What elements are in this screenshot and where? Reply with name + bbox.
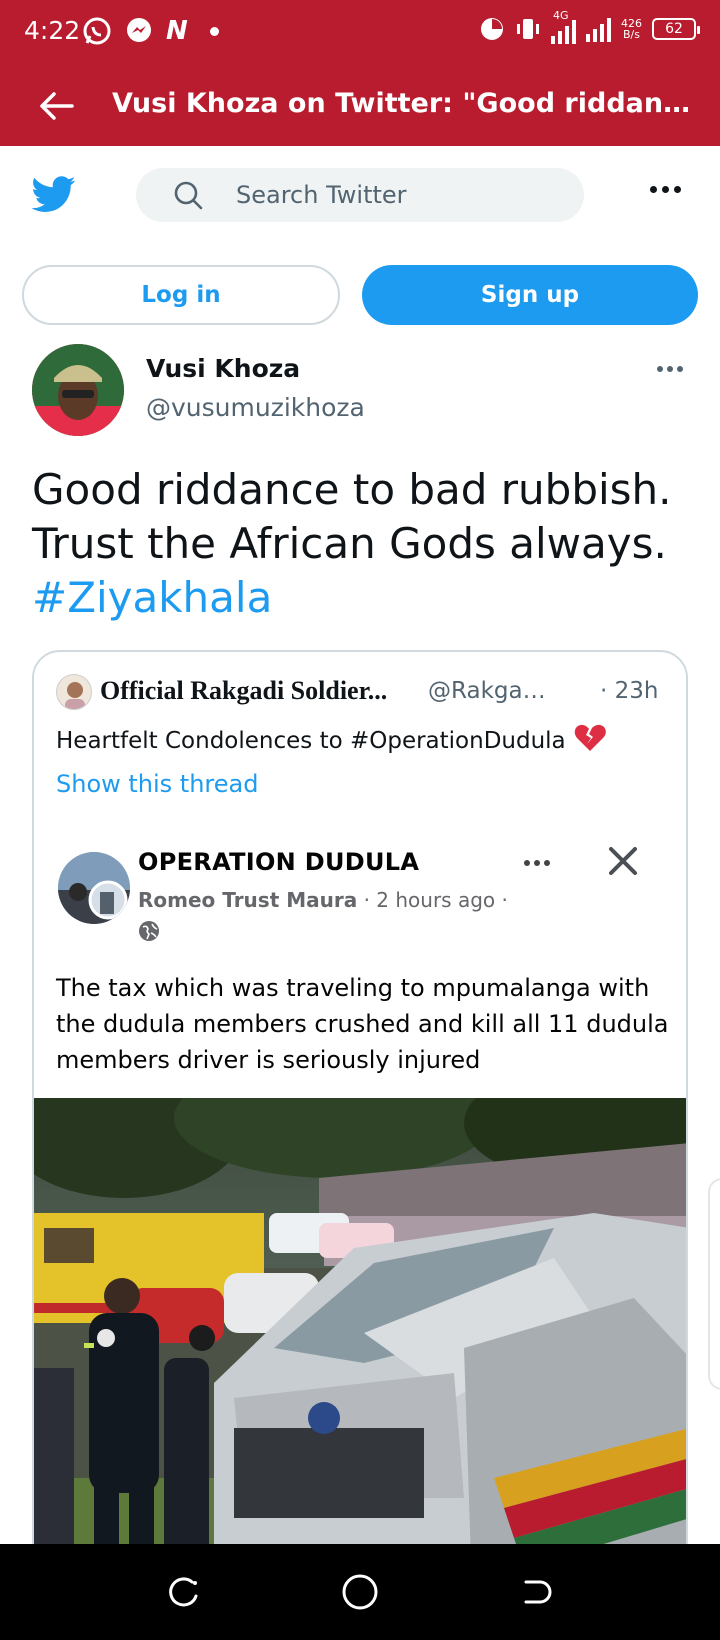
show-thread-link[interactable]: Show this thread	[56, 770, 258, 798]
home-circle-icon	[342, 1574, 378, 1610]
tweet-text-line-1: Good riddance to bad rubbish.	[32, 465, 672, 514]
status-time: 4:22	[24, 16, 81, 45]
more-options-button[interactable]	[650, 186, 681, 193]
broken-heart-icon	[574, 724, 606, 751]
fb-page-avatar	[58, 852, 130, 924]
author-name[interactable]: Vusi Khoza	[146, 354, 300, 383]
back-button[interactable]	[32, 82, 80, 130]
author-avatar[interactable]	[32, 344, 124, 436]
search-bar[interactable]	[136, 168, 584, 222]
signal-strength-icon	[586, 16, 611, 42]
fb-page-name: OPERATION DUDULA	[138, 848, 420, 876]
whatsapp-icon	[83, 17, 111, 45]
browser-chrome: 4:22 N 4G 426 B/s 62 Vusi Khoza on Twitt…	[0, 0, 720, 146]
n-app-icon: N	[166, 16, 188, 46]
battery-level: 62	[665, 21, 683, 37]
data-saver-icon	[481, 18, 503, 40]
quoted-tweet-text: Heartfelt Condolences to #OperationDudul…	[56, 724, 676, 754]
quoted-tweet-text-content: Heartfelt Condolences to #OperationDudul…	[56, 728, 566, 754]
more-dot	[650, 186, 657, 193]
quoted-author-avatar[interactable]	[56, 674, 92, 710]
more-dot	[534, 860, 540, 866]
login-button[interactable]: Log in	[22, 265, 340, 325]
network-type-label: 4G	[553, 9, 569, 22]
more-dot	[677, 366, 683, 372]
more-dot	[674, 186, 681, 193]
quoted-author-handle[interactable]: @Rakgadi_...	[428, 678, 556, 704]
signal-4g-icon: 4G	[551, 10, 576, 44]
status-bar: 4:22 N 4G 426 B/s 62	[0, 0, 720, 66]
battery-icon: 62	[652, 18, 700, 40]
more-dot	[524, 860, 530, 866]
quoted-tweet-time[interactable]: · 23h	[600, 678, 658, 704]
fb-post-meta: Romeo Trust Maura · 2 hours ago ·	[138, 888, 508, 912]
app-bar: Vusi Khoza on Twitter: "Good riddance to…	[0, 66, 720, 146]
back-nav-button[interactable]	[512, 1568, 560, 1616]
fb-post-time: · 2 hours ago ·	[363, 888, 508, 912]
fb-page-photo	[58, 852, 130, 924]
avatar-photo	[32, 344, 124, 436]
quoted-avatar-photo	[57, 675, 91, 709]
notification-icons: N	[82, 16, 219, 46]
more-dot	[657, 366, 663, 372]
recents-button[interactable]	[160, 1568, 208, 1616]
more-dot	[667, 366, 673, 372]
home-button[interactable]	[336, 1568, 384, 1616]
search-icon	[174, 181, 203, 210]
quoted-author-name[interactable]: Official Rakgadi Soldier...	[100, 676, 400, 706]
back-nav-icon	[524, 1580, 552, 1604]
recents-icon	[169, 1577, 198, 1607]
close-icon	[609, 847, 637, 875]
quoted-tweet-card[interactable]: Official Rakgadi Soldier... @Rakgadi_...…	[32, 650, 688, 1640]
network-speed: 426 B/s	[621, 18, 642, 40]
arrow-left-icon	[40, 92, 74, 120]
fb-poster-name: Romeo Trust Maura	[138, 888, 358, 912]
twitter-bird-icon[interactable]	[30, 172, 78, 216]
author-handle[interactable]: @vusumuzikhoza	[146, 393, 365, 422]
signup-button[interactable]: Sign up	[362, 265, 698, 325]
more-dot	[662, 186, 669, 193]
search-input[interactable]	[236, 181, 536, 209]
more-dot	[544, 860, 550, 866]
tweet-more-button[interactable]	[657, 366, 683, 372]
tweet-text: Good riddance to bad rubbish. Trust the …	[32, 463, 692, 625]
network-speed-unit: B/s	[623, 28, 640, 41]
more-notifications-dot	[209, 26, 219, 36]
system-navigation-bar	[0, 1544, 720, 1640]
page-title: Vusi Khoza on Twitter: "Good riddance to…	[112, 88, 702, 119]
globe-icon	[139, 921, 159, 941]
system-icons: 4G 426 B/s 62	[479, 10, 700, 44]
messenger-icon	[127, 18, 151, 42]
vibrate-icon	[517, 19, 539, 39]
twitter-header	[0, 146, 720, 246]
fb-more-icon	[524, 860, 550, 866]
hashtag-link[interactable]: #Ziyakhala	[32, 571, 692, 625]
edge-panel-handle[interactable]	[708, 1178, 720, 1390]
fb-post-body: The tax which was traveling to mpumalang…	[56, 974, 669, 1074]
tweet-text-line-2: Trust the African Gods always.	[32, 519, 667, 568]
